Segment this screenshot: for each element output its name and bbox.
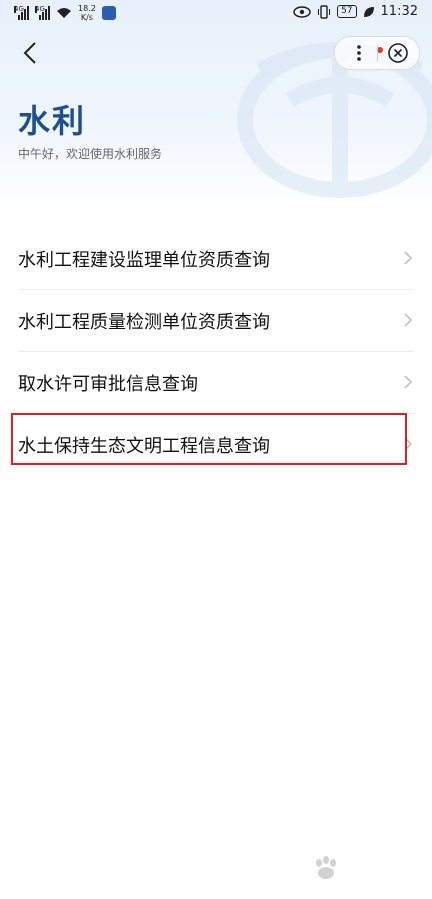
close-circle-icon <box>388 43 408 63</box>
signal-2-icon: 4G <box>35 6 50 20</box>
signal-2-label: 4G <box>35 5 45 13</box>
clock: 11:32 <box>380 4 418 19</box>
chevron-right-icon <box>404 375 413 389</box>
page-title: 水利 <box>18 102 87 140</box>
network-speed: 18.2 K/s <box>78 4 96 22</box>
mini-program-capsule <box>334 36 420 70</box>
eye-icon <box>293 5 311 18</box>
battery-level: 57 <box>337 5 357 18</box>
list-item-label: 水利工程质量检测单位资质查询 <box>18 312 270 333</box>
signal-1-label: 4G <box>14 5 24 13</box>
more-button[interactable] <box>349 43 383 63</box>
back-arrow-icon <box>23 42 36 64</box>
network-speed-value: 18.2 <box>78 4 96 13</box>
chevron-right-icon <box>404 251 413 265</box>
greeting-text: 中午好，欢迎使用水利服务 <box>18 147 163 161</box>
network-speed-unit: K/s <box>80 13 93 22</box>
capsule-divider <box>377 45 378 61</box>
paw-icon <box>316 856 336 879</box>
status-left-group: 4G 4G 18.2 K/s <box>14 4 116 22</box>
vibrate-icon <box>318 4 331 19</box>
list-item-label: 水利工程建设监理单位资质查询 <box>18 250 270 271</box>
highlight-box <box>11 413 407 465</box>
back-button[interactable] <box>18 40 44 66</box>
status-bar: 4G 4G 18.2 K/s 57 11:32 <box>0 0 432 28</box>
app-notification-icon <box>101 6 116 20</box>
close-button[interactable] <box>387 42 409 64</box>
list-item[interactable]: 水利工程建设监理单位资质查询 <box>18 228 414 290</box>
baidu-watermark-logo <box>312 855 342 881</box>
list-item-label: 取水许可审批信息查询 <box>18 374 198 395</box>
signal-1-icon: 4G <box>14 6 29 20</box>
status-right-group: 57 11:32 <box>293 4 418 19</box>
leaf-icon <box>363 6 374 17</box>
chevron-right-icon <box>404 313 413 327</box>
list-item[interactable]: 取水许可审批信息查询 <box>18 352 414 414</box>
list-item[interactable]: 水利工程质量检测单位资质查询 <box>18 290 414 352</box>
more-dots-icon <box>357 45 361 61</box>
wifi-icon <box>57 8 71 18</box>
